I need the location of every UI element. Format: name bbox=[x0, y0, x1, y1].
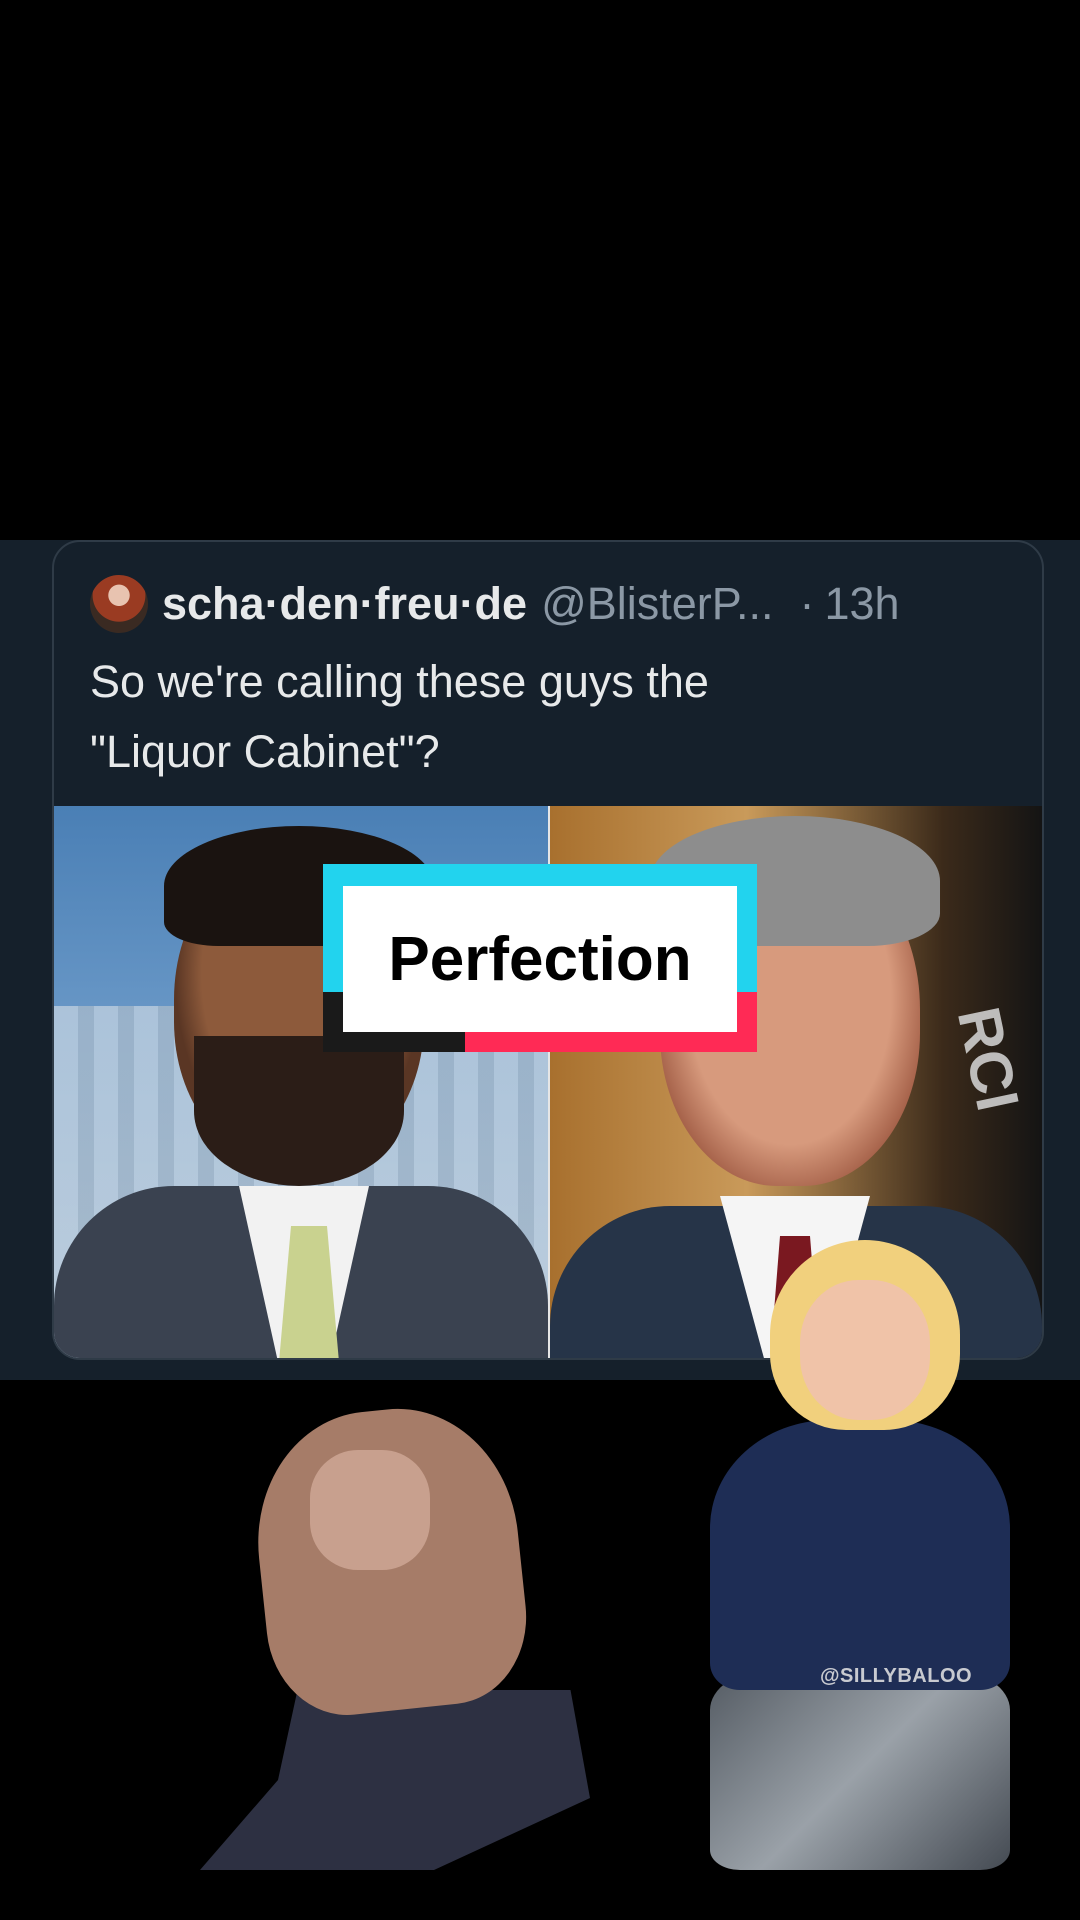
man-legs bbox=[200, 1690, 590, 1870]
display-name[interactable]: scha·den·freu·de bbox=[162, 578, 527, 630]
beard-left bbox=[194, 1036, 404, 1186]
man-hands bbox=[310, 1450, 430, 1570]
laughing-man-sticker bbox=[180, 1390, 610, 1880]
tweet-text-line-1: So we're calling these guys the bbox=[90, 656, 709, 707]
watermark: @SILLYBALOO bbox=[820, 1665, 973, 1687]
background-lettering: RCI bbox=[944, 1001, 1032, 1117]
separator-dot: · bbox=[799, 578, 815, 629]
caption-sticker[interactable]: Perfection bbox=[323, 864, 757, 1052]
avatar[interactable] bbox=[90, 575, 148, 633]
woman-blouse bbox=[710, 1420, 1010, 1690]
woman-face bbox=[800, 1280, 930, 1420]
laughing-woman-sticker bbox=[690, 1240, 1030, 1880]
tweet-header: scha·den·freu·de @BlisterP... · 13h bbox=[90, 572, 900, 636]
tweet-text-line-2: "Liquor Cabinet"? bbox=[90, 726, 440, 777]
user-handle[interactable]: @BlisterP... bbox=[541, 578, 773, 630]
woman-skirt bbox=[710, 1670, 1010, 1870]
timestamp[interactable]: 13h bbox=[825, 578, 900, 630]
tweet-text: So we're calling these guys the "Liquor … bbox=[90, 647, 990, 787]
caption-text: Perfection bbox=[343, 886, 737, 1032]
